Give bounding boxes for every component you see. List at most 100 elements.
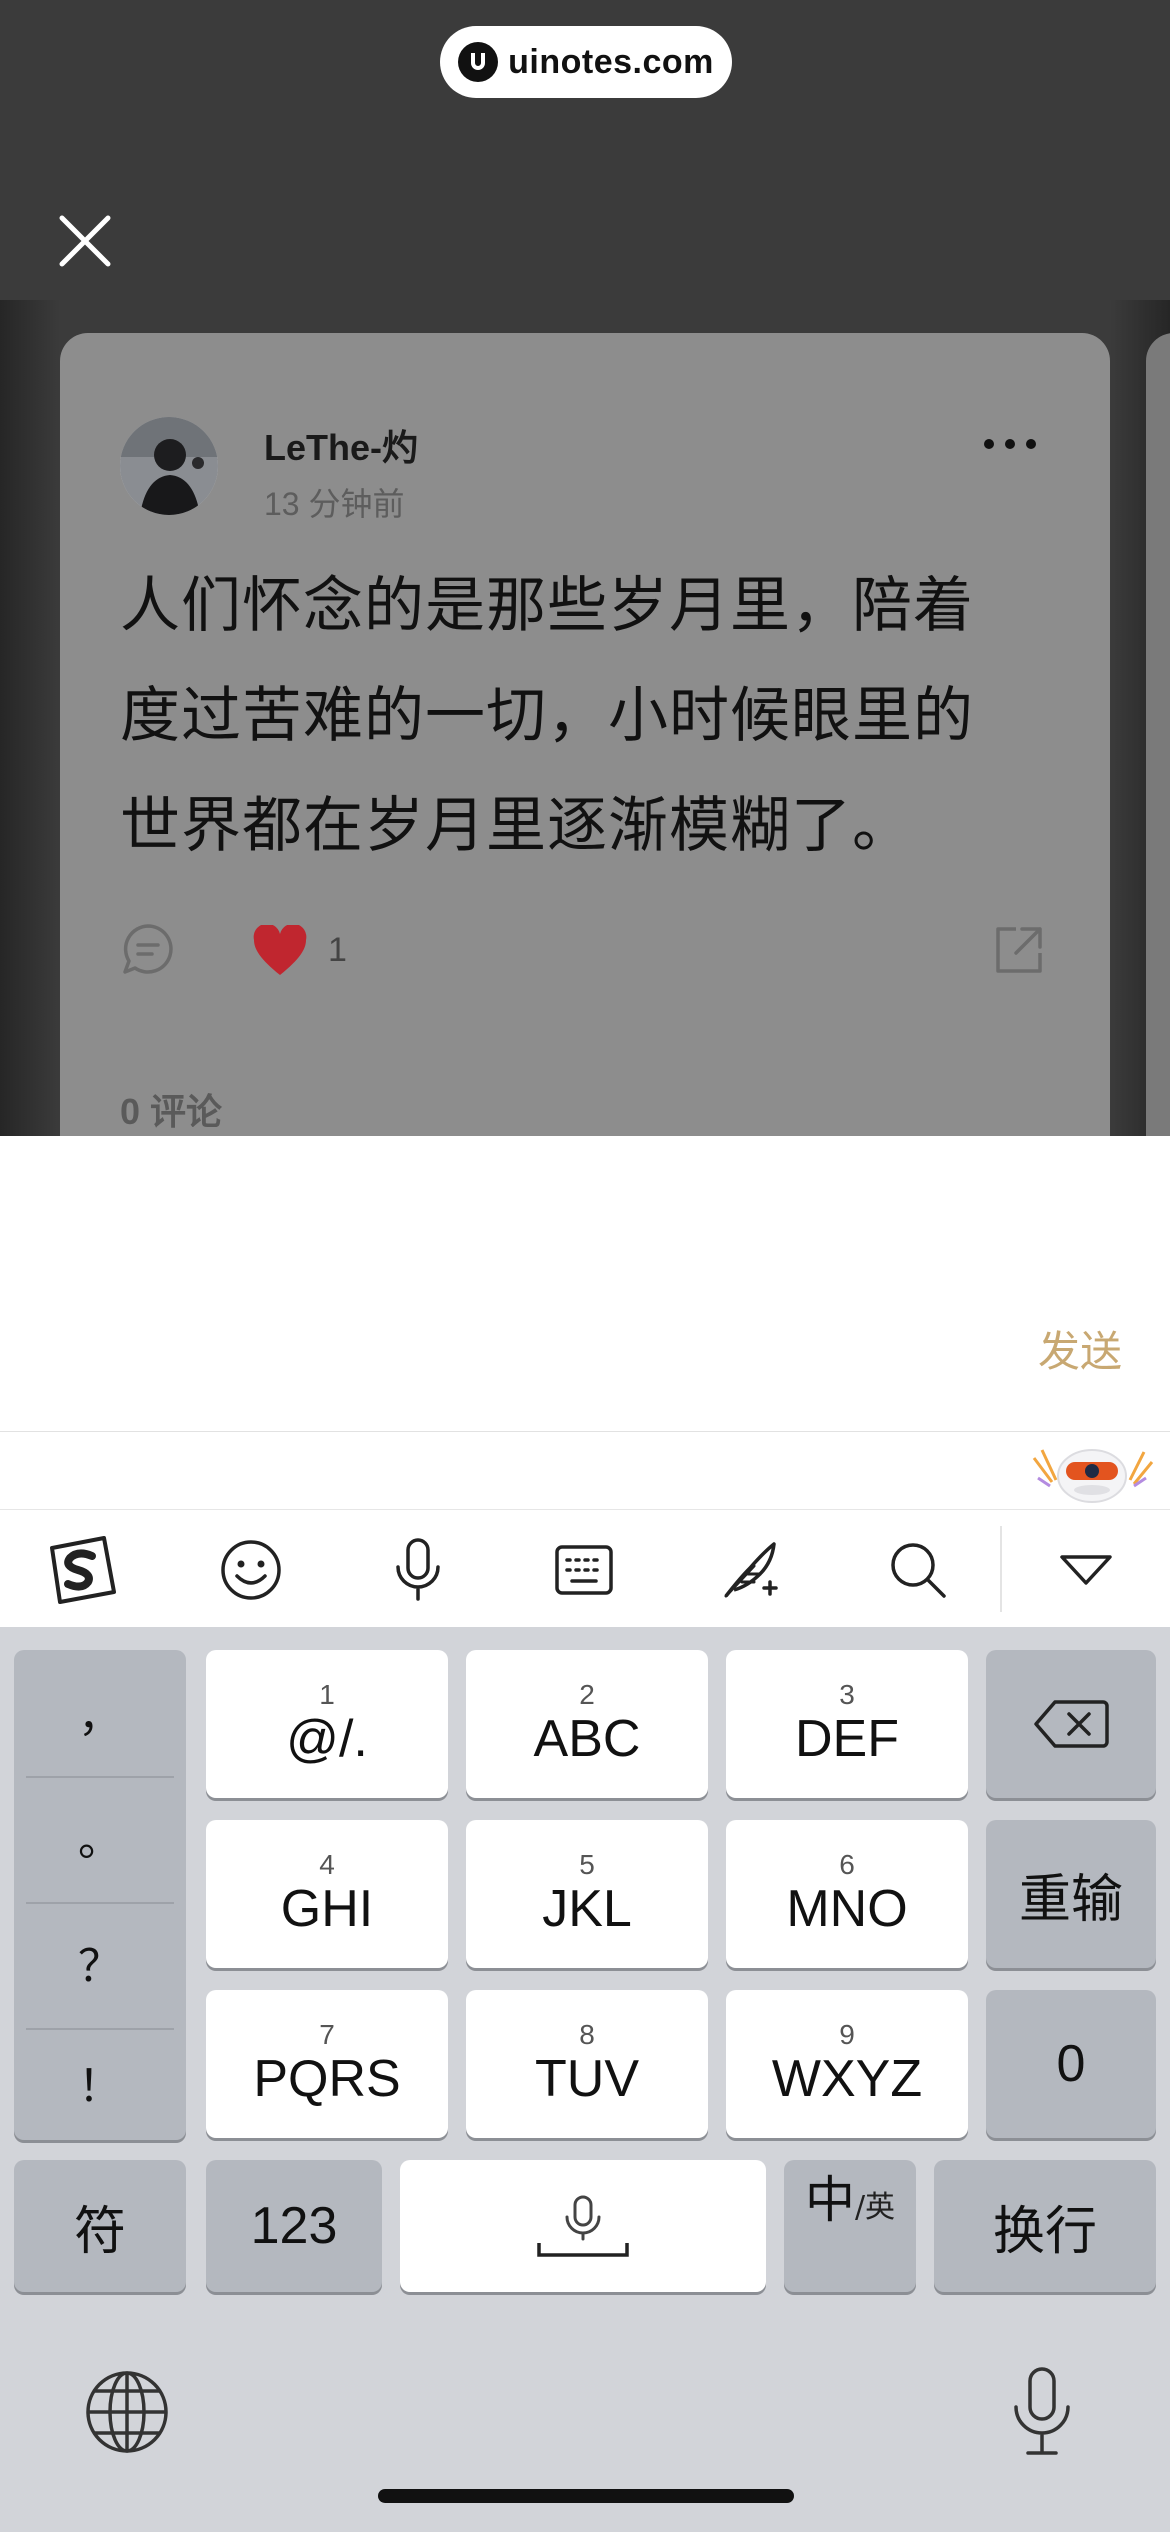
key-label: 中 — [804, 2171, 855, 2229]
ime-candidate-bar — [0, 1431, 1170, 1509]
sogou-logo-button[interactable] — [42, 1530, 122, 1610]
overlay-shade — [0, 300, 60, 1136]
collapse-icon — [1060, 1555, 1112, 1585]
watermark-text: uinotes.com — [508, 42, 714, 81]
close-button[interactable] — [50, 206, 120, 276]
microphone-icon — [396, 1538, 440, 1601]
language-key[interactable]: 中 /英 — [784, 2160, 916, 2292]
key-number: 1 — [319, 1679, 335, 1710]
watermark: uinotes.com — [440, 26, 732, 98]
post-time: 13 分钟前 — [264, 486, 405, 522]
share-icon — [996, 927, 1042, 973]
voice-input-button[interactable] — [378, 1530, 458, 1610]
handwriting-button[interactable] — [712, 1530, 792, 1610]
keyboard: ， 。 ？ ！ 1 @/. 2 ABC 3 DEF 4 GHI 5 JKL 6 … — [0, 1627, 1170, 2532]
key-4[interactable]: 4 GHI — [206, 1820, 448, 1968]
more-icon — [984, 439, 994, 449]
key-7[interactable]: 7 PQRS — [206, 1990, 448, 2138]
key-number: 9 — [839, 2019, 855, 2050]
backspace-key[interactable] — [986, 1650, 1156, 1798]
search-button[interactable] — [878, 1530, 958, 1610]
like-button[interactable] — [252, 923, 308, 977]
key-9[interactable]: 9 WXYZ — [726, 1990, 968, 2138]
newline-key[interactable]: 换行 — [934, 2160, 1156, 2292]
more-icon-dot — [1005, 439, 1015, 449]
microphone-icon — [1014, 2367, 1070, 2455]
ime-mascot-icon[interactable] — [1028, 1438, 1156, 1504]
key-label: DEF — [795, 1710, 899, 1768]
key-comma[interactable]: ， — [14, 1650, 186, 1774]
comments-count: 0 评论 — [120, 1091, 223, 1132]
globe-button[interactable] — [82, 2367, 172, 2457]
key-label: 0 — [1056, 2035, 1086, 2093]
key-label: @/. — [286, 1710, 368, 1768]
home-indicator[interactable] — [378, 2489, 794, 2503]
key-label: 符 — [73, 2201, 126, 2262]
more-icon-dot — [1026, 439, 1036, 449]
comment-input-area[interactable]: 发送 — [0, 1136, 1170, 1431]
comment-button[interactable] — [120, 921, 176, 977]
key-label: JKL — [542, 1880, 632, 1938]
key-exclamation[interactable]: ！ — [14, 2020, 186, 2144]
key-label: 换行 — [992, 2201, 1097, 2262]
search-icon — [891, 1543, 946, 1598]
key-label: ABC — [533, 1710, 641, 1768]
key-question[interactable]: ？ — [14, 1900, 186, 2024]
key-number: 3 — [839, 1679, 855, 1710]
more-button[interactable] — [984, 429, 1054, 459]
key-label: MNO — [786, 1880, 908, 1938]
post-card: LeThe-灼 13 分钟前 人们怀念的是那些岁月里，陪着 度过苦难的一切，小时… — [60, 333, 1110, 1136]
post-content: 人们怀念的是那些岁月里，陪着 度过苦难的一切，小时候眼里的 世界都在岁月里逐渐模… — [120, 551, 1080, 881]
key-label: TUV — [535, 2050, 639, 2108]
toolbar-divider — [1000, 1526, 1002, 1612]
numbers-key[interactable]: 123 — [206, 2160, 382, 2292]
backspace-icon — [1034, 1700, 1109, 1748]
collapse-keyboard-button[interactable] — [1046, 1530, 1126, 1610]
key-2[interactable]: 2 ABC — [466, 1650, 708, 1798]
keyboard-icon — [555, 1545, 613, 1595]
share-button[interactable] — [992, 923, 1046, 977]
key-number: 6 — [839, 1849, 855, 1880]
keyboard-switch-button[interactable] — [544, 1530, 624, 1610]
post-line: 人们怀念的是那些岁月里，陪着 — [120, 571, 974, 641]
key-period[interactable]: 。 — [14, 1774, 186, 1898]
post-line: 度过苦难的一切，小时候眼里的 — [120, 681, 974, 751]
sogou-logo-icon — [50, 1536, 116, 1604]
send-button[interactable]: 发送 — [1038, 1318, 1122, 1379]
post-line: 世界都在岁月里逐渐模糊了。 — [120, 791, 913, 861]
key-number: 8 — [579, 2019, 595, 2050]
symbols-key[interactable]: 符 — [14, 2160, 186, 2292]
key-number: 2 — [579, 1679, 595, 1710]
key-number: 5 — [579, 1849, 595, 1880]
key-label: 重输 — [1018, 1869, 1123, 1930]
key-5[interactable]: 5 JKL — [466, 1820, 708, 1968]
watermark-logo-icon — [458, 42, 499, 82]
key-label: 123 — [250, 2197, 338, 2255]
space-key[interactable] — [400, 2160, 766, 2292]
key-sublabel: /英 — [854, 2190, 896, 2225]
next-post-card[interactable] — [1146, 333, 1170, 1136]
key-8[interactable]: 8 TUV — [466, 1990, 708, 2138]
key-3[interactable]: 3 DEF — [726, 1650, 968, 1798]
key-0[interactable]: 0 — [986, 1990, 1156, 2138]
handwriting-icon — [724, 1542, 778, 1598]
dictation-button[interactable] — [1000, 2365, 1084, 2459]
punctuation-column: ， 。 ？ ！ — [14, 1650, 186, 2140]
reinput-key[interactable]: 重输 — [986, 1820, 1156, 1968]
space-mic-icon — [537, 2195, 629, 2257]
key-number: 7 — [319, 2019, 335, 2050]
key-label: GHI — [280, 1880, 374, 1938]
key-1[interactable]: 1 @/. — [206, 1650, 448, 1798]
emoji-icon — [221, 1540, 281, 1600]
globe-icon — [86, 2371, 168, 2453]
username[interactable]: LeThe-灼 — [264, 419, 418, 471]
heart-icon — [253, 923, 307, 975]
avatar[interactable] — [120, 417, 218, 515]
key-label: WXYZ — [771, 2050, 923, 2108]
close-icon — [59, 215, 111, 267]
modal-overlay: uinotes.com LeThe-灼 13 分钟前 人们怀念的是那些岁月里，陪… — [0, 0, 1170, 1136]
ime-toolbar — [0, 1509, 1170, 1627]
key-6[interactable]: 6 MNO — [726, 1820, 968, 1968]
emoji-button[interactable] — [211, 1530, 291, 1610]
comment-icon — [123, 924, 173, 974]
